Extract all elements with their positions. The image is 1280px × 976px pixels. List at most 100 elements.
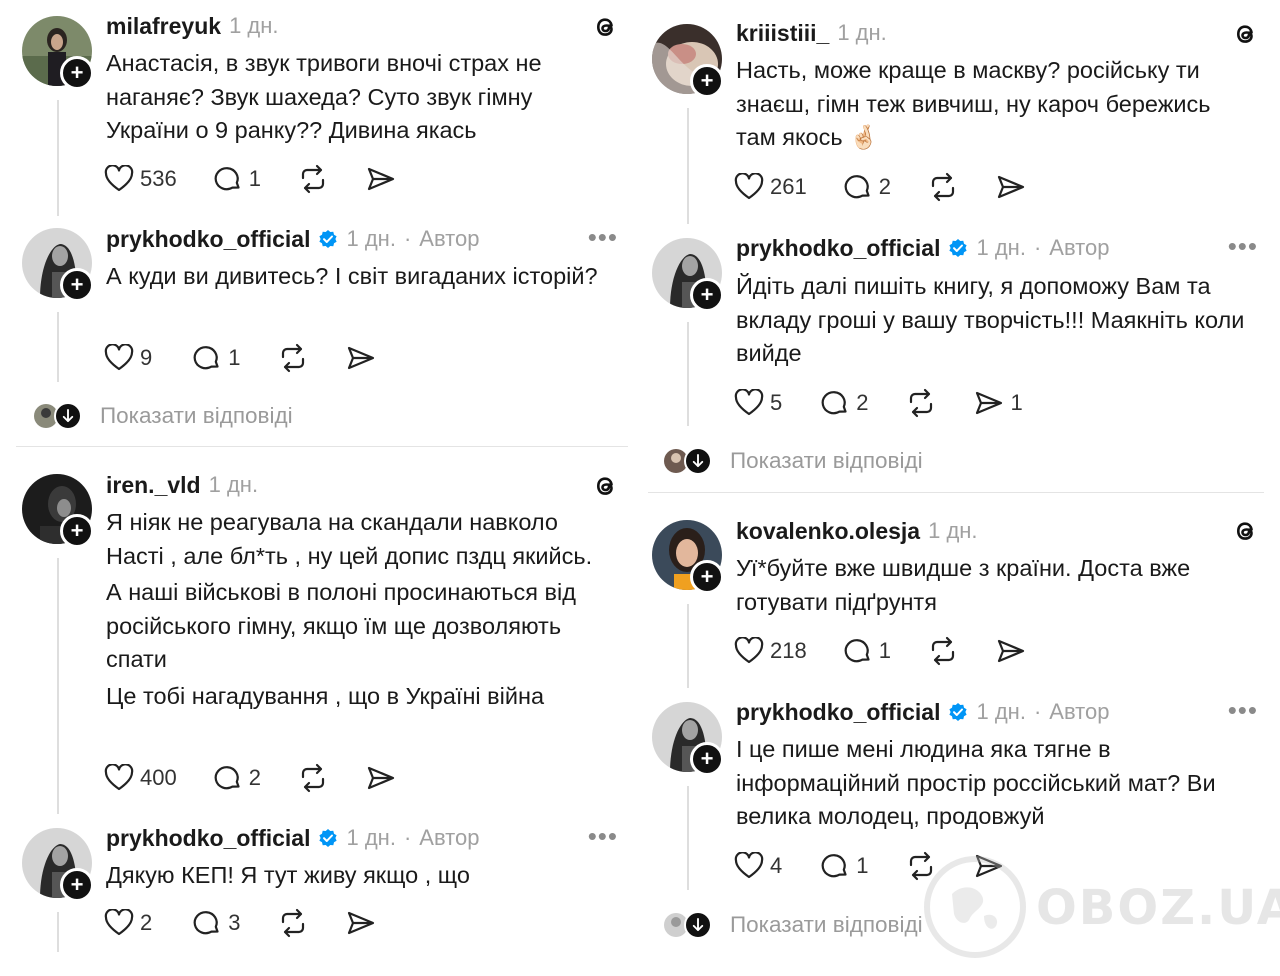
follow-plus-icon[interactable]: + [60, 268, 94, 302]
follow-plus-icon[interactable]: + [690, 278, 724, 312]
share-button[interactable] [995, 172, 1027, 202]
follow-plus-icon[interactable]: + [690, 560, 724, 594]
threads-logo-icon[interactable] [590, 471, 620, 501]
reply-button[interactable]: 2 [820, 389, 869, 417]
like-button[interactable]: 9 [104, 344, 152, 372]
username[interactable]: kriiistiii_ [736, 20, 829, 47]
like-count: 4 [770, 853, 783, 878]
reply-count: 1 [856, 853, 869, 878]
threads-logo-icon[interactable] [590, 12, 620, 42]
share-button[interactable] [365, 164, 397, 194]
action-bar: 9 1 [104, 341, 413, 375]
avatar[interactable]: + [652, 520, 724, 594]
more-options-icon[interactable]: ••• [588, 224, 618, 250]
author-badge: Автор [419, 825, 480, 850]
share-button[interactable] [365, 763, 397, 793]
timestamp: 1 дн. [928, 518, 978, 543]
username[interactable]: iren._vld [106, 472, 201, 499]
follow-plus-icon[interactable]: + [690, 742, 724, 776]
send-icon [367, 766, 395, 790]
like-button[interactable]: 5 [734, 389, 782, 417]
like-button[interactable]: 261 [734, 173, 807, 201]
comment-icon [844, 639, 870, 663]
repost-button[interactable] [905, 388, 937, 418]
more-options-icon[interactable]: ••• [588, 823, 618, 849]
like-button[interactable]: 2 [104, 909, 152, 937]
heart-icon [104, 344, 134, 371]
follow-plus-icon[interactable]: + [60, 514, 94, 548]
username[interactable]: prykhodko_official [106, 226, 310, 253]
comment-icon [821, 391, 847, 415]
reply-button[interactable]: 1 [843, 637, 891, 665]
share-button[interactable] [345, 908, 377, 938]
comment-text: Уї*буйте вже швидше з країни. Доста вже … [736, 552, 1256, 622]
share-button[interactable] [995, 636, 1027, 666]
reply-button[interactable]: 1 [192, 344, 241, 372]
reply-button[interactable]: 2 [843, 173, 891, 201]
comment-icon [193, 911, 219, 935]
avatar[interactable]: + [22, 474, 94, 548]
threads-logo-icon[interactable] [1230, 19, 1260, 49]
share-button[interactable]: 1 [973, 388, 1023, 418]
avatar[interactable]: + [22, 16, 94, 90]
repost-button[interactable] [905, 851, 937, 881]
divider [16, 446, 628, 447]
more-options-icon[interactable]: ••• [1228, 233, 1258, 259]
follow-plus-icon[interactable]: + [60, 56, 94, 90]
username[interactable]: prykhodko_official [106, 825, 310, 852]
like-count: 261 [770, 174, 807, 199]
share-button[interactable] [345, 343, 377, 373]
username[interactable]: kovalenko.olesja [736, 518, 920, 545]
threads-logo-icon[interactable] [1230, 516, 1260, 546]
follow-plus-icon[interactable]: + [60, 868, 94, 902]
comment-icon [214, 167, 240, 191]
username[interactable]: prykhodko_official [736, 235, 940, 262]
show-replies-link[interactable]: Показати відповіді [664, 446, 923, 476]
send-icon [975, 391, 1002, 415]
repost-button[interactable] [277, 343, 309, 373]
verified-badge-icon [319, 230, 338, 248]
like-count: 5 [770, 390, 783, 415]
avatar[interactable]: + [652, 24, 724, 98]
like-button[interactable]: 536 [104, 165, 177, 193]
username[interactable]: prykhodko_official [736, 699, 940, 726]
repost-button[interactable] [277, 908, 309, 938]
like-count: 2 [140, 910, 153, 935]
thread-line [687, 786, 689, 890]
repost-button[interactable] [927, 172, 959, 202]
comment-line: І це пише мені людина яка тягне в інформ… [736, 736, 1216, 829]
avatar[interactable]: + [652, 238, 724, 312]
like-button[interactable]: 400 [104, 764, 177, 792]
avatar[interactable]: + [22, 228, 94, 302]
reply-button[interactable]: 2 [213, 764, 261, 792]
repost-icon [301, 763, 325, 793]
arrow-down-icon [684, 447, 712, 475]
like-count: 9 [140, 345, 153, 370]
follow-plus-icon[interactable]: + [690, 64, 724, 98]
heart-icon [734, 637, 764, 664]
repost-button[interactable] [927, 636, 959, 666]
repost-icon [301, 164, 325, 194]
heart-icon [734, 389, 764, 416]
comment-icon [821, 854, 847, 878]
author-separator: · [1033, 235, 1042, 260]
share-button[interactable] [973, 851, 1005, 881]
avatar[interactable]: + [652, 702, 724, 776]
username[interactable]: milafreyuk [106, 13, 221, 40]
send-icon [347, 911, 374, 935]
show-replies-link[interactable]: Показати відповіді [664, 910, 923, 940]
send-icon [997, 175, 1025, 199]
like-button[interactable]: 218 [734, 637, 807, 665]
repost-button[interactable] [297, 164, 329, 194]
reply-button[interactable]: 1 [213, 165, 261, 193]
heart-icon [734, 173, 764, 200]
show-replies-link[interactable]: Показати відповіді [34, 401, 293, 431]
like-button[interactable]: 4 [734, 852, 782, 880]
reply-button[interactable]: 3 [192, 909, 241, 937]
repost-button[interactable] [297, 763, 329, 793]
avatar[interactable]: + [22, 828, 94, 902]
reply-button[interactable]: 1 [820, 852, 869, 880]
show-replies-label: Показати відповіді [730, 448, 923, 473]
comment-text: Йдіть далі пишіть книгу, я допоможу Вам … [736, 270, 1261, 374]
more-options-icon[interactable]: ••• [1228, 697, 1258, 723]
